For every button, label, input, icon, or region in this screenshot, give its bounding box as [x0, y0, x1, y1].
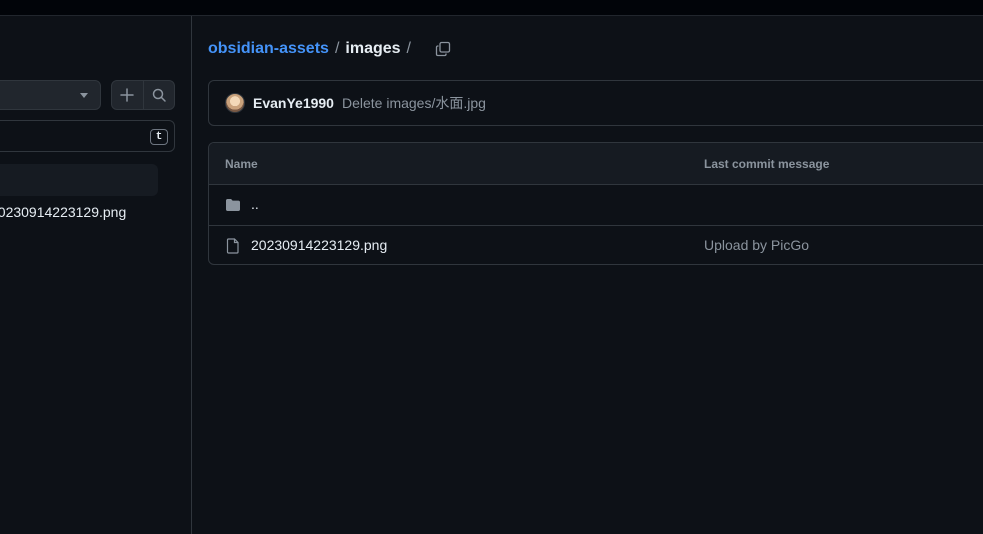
breadcrumb-repo-link[interactable]: obsidian-assets [208, 40, 329, 58]
add-file-button[interactable] [112, 81, 143, 109]
breadcrumb-separator: / [334, 40, 340, 57]
chevron-down-icon [80, 93, 88, 98]
go-to-file-input[interactable] [0, 125, 133, 149]
top-header-bar [0, 0, 983, 16]
search-button[interactable] [142, 81, 175, 109]
tree-actions [111, 80, 175, 110]
commit-message[interactable]: Delete images/水面.jpg [342, 93, 486, 113]
branch-selector[interactable] [0, 80, 101, 110]
search-icon [152, 88, 166, 102]
breadcrumb-current-folder: images [345, 40, 401, 57]
file-icon [226, 238, 239, 254]
plus-icon [120, 88, 134, 102]
avatar[interactable] [225, 93, 245, 113]
table-row-parent[interactable]: .. [209, 185, 983, 226]
copy-icon [435, 41, 451, 57]
tree-item-label: 20230914223129.png [0, 204, 127, 220]
latest-commit-bar: EvanYe1990 Delete images/水面.jpg [208, 80, 983, 126]
parent-directory-link[interactable]: .. [251, 196, 259, 212]
column-header-last-commit: Last commit message [704, 157, 830, 171]
file-tree-sidebar: t 20230914223129.png [0, 16, 192, 534]
tree-item-images[interactable] [0, 164, 158, 196]
breadcrumb-separator: / [406, 40, 411, 57]
commit-author[interactable]: EvanYe1990 [253, 95, 334, 111]
file-table-header: Name Last commit message [209, 143, 983, 185]
tree-item-file[interactable]: 20230914223129.png [0, 204, 180, 224]
go-to-file-field[interactable]: t [0, 120, 175, 152]
column-header-name: Name [225, 157, 258, 171]
table-row: 20230914223129.png Upload by PicGo [209, 226, 983, 264]
folder-icon [226, 199, 240, 211]
file-table: Name Last commit message .. 202309142231… [208, 142, 983, 265]
copy-path-button[interactable] [433, 39, 453, 59]
shortcut-hint: t [150, 129, 168, 145]
breadcrumb: obsidian-assets / images / [208, 38, 453, 60]
file-name-link[interactable]: 20230914223129.png [251, 237, 387, 253]
file-commit-message[interactable]: Upload by PicGo [704, 237, 809, 253]
